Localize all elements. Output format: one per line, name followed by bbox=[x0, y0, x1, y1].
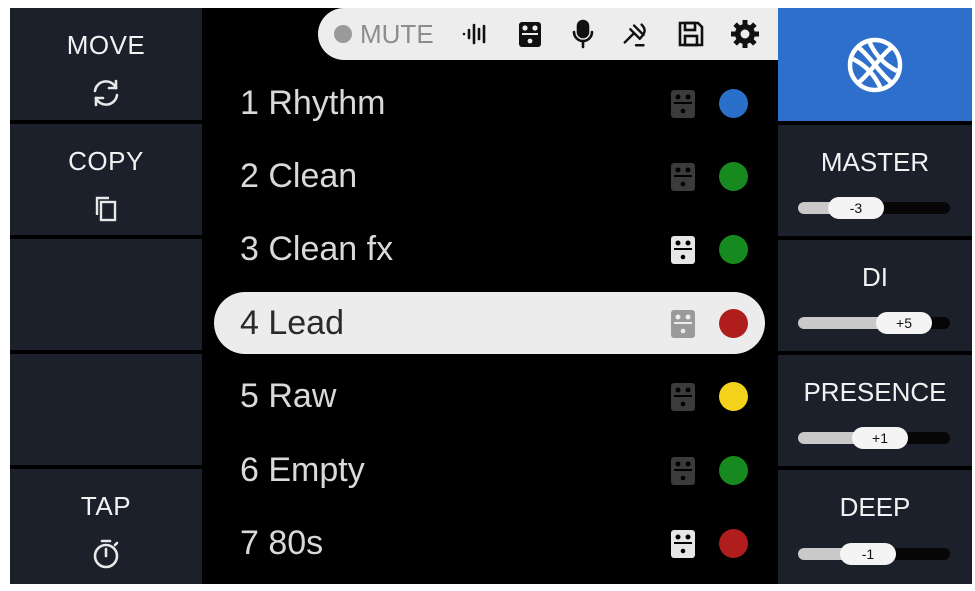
preset-color-dot bbox=[719, 89, 748, 118]
preset-row-4[interactable]: 4 Lead bbox=[214, 292, 765, 354]
left-column: MOVE COPY TAP bbox=[10, 8, 202, 584]
copy-label: COPY bbox=[68, 146, 144, 176]
slider-knob[interactable]: +5 bbox=[876, 312, 932, 334]
copy-icon bbox=[10, 192, 202, 226]
presence-label: PRESENCE bbox=[803, 377, 947, 407]
preset-row-3[interactable]: 3 Clean fx bbox=[214, 218, 765, 280]
app-frame: MOVE COPY TAP MUTE 1 Rhythm 2 Clean 3 Cl… bbox=[10, 8, 972, 584]
deep-slider[interactable]: -1 bbox=[798, 543, 950, 565]
empty-left-button-1[interactable] bbox=[10, 239, 202, 350]
preset-color-dot bbox=[719, 309, 748, 338]
preset-color-dot bbox=[719, 529, 748, 558]
pedal-icon bbox=[671, 383, 695, 411]
slider-knob[interactable]: -3 bbox=[828, 197, 884, 219]
waveform-icon[interactable] bbox=[460, 19, 490, 49]
stopwatch-icon bbox=[10, 537, 202, 571]
preset-label: 7 80s bbox=[240, 524, 324, 562]
pedal-icon bbox=[671, 530, 695, 558]
presence-slider[interactable]: +1 bbox=[798, 427, 950, 449]
preset-color-dot bbox=[719, 235, 748, 264]
slider-knob[interactable]: -1 bbox=[840, 543, 896, 565]
mute-indicator bbox=[334, 25, 352, 43]
gear-icon[interactable] bbox=[730, 19, 760, 49]
move-button[interactable]: MOVE bbox=[10, 8, 202, 120]
tuner-fork-icon[interactable] bbox=[621, 19, 651, 49]
preset-color-dot bbox=[719, 162, 748, 191]
preset-row-7[interactable]: 7 80s bbox=[214, 512, 765, 574]
copy-button[interactable]: COPY bbox=[10, 124, 202, 235]
tap-label: TAP bbox=[80, 491, 132, 521]
di-label: DI bbox=[862, 262, 888, 292]
deep-control[interactable]: DEEP -1 bbox=[778, 470, 972, 584]
preset-row-2[interactable]: 2 Clean bbox=[214, 145, 765, 207]
pedal-icon bbox=[671, 457, 695, 485]
preset-row-5[interactable]: 5 Raw bbox=[214, 365, 765, 427]
top-toolbar: MUTE bbox=[318, 8, 778, 60]
master-label: MASTER bbox=[820, 147, 930, 177]
preset-label: 1 Rhythm bbox=[240, 84, 386, 122]
pedal-icon[interactable] bbox=[515, 19, 545, 49]
pedal-icon bbox=[671, 310, 695, 338]
mute-toggle[interactable]: MUTE bbox=[334, 19, 434, 50]
move-label: MOVE bbox=[66, 30, 146, 60]
tap-button[interactable]: TAP bbox=[10, 469, 202, 584]
pedal-icon bbox=[671, 236, 695, 264]
preset-label: 3 Clean fx bbox=[240, 230, 394, 268]
save-icon[interactable] bbox=[676, 19, 706, 49]
di-control[interactable]: DI +5 bbox=[778, 240, 972, 351]
preset-label: 4 Lead bbox=[240, 304, 344, 342]
preset-row-6[interactable]: 6 Empty bbox=[214, 439, 765, 501]
mute-label: MUTE bbox=[360, 18, 434, 49]
preset-color-dot bbox=[719, 456, 748, 485]
master-control[interactable]: MASTER -3 bbox=[778, 125, 972, 236]
pedal-icon bbox=[671, 163, 695, 191]
pedal-icon bbox=[671, 90, 695, 118]
deep-label: DEEP bbox=[839, 492, 911, 522]
refresh-icon bbox=[10, 76, 202, 110]
presence-control[interactable]: PRESENCE +1 bbox=[778, 355, 972, 466]
master-slider[interactable]: -3 bbox=[798, 197, 950, 219]
right-column: MASTER -3 DI +5 PRESENCE +1 DEEP -1 bbox=[778, 8, 972, 584]
preset-label: 6 Empty bbox=[240, 451, 365, 489]
preset-row-1[interactable]: 1 Rhythm bbox=[214, 72, 765, 134]
globe-icon bbox=[847, 37, 903, 92]
empty-left-button-2[interactable] bbox=[10, 354, 202, 465]
preset-label: 5 Raw bbox=[240, 377, 337, 415]
global-settings-button[interactable] bbox=[778, 8, 972, 121]
preset-color-dot bbox=[719, 382, 748, 411]
di-slider[interactable]: +5 bbox=[798, 312, 950, 334]
preset-label: 2 Clean bbox=[240, 157, 358, 195]
slider-knob[interactable]: +1 bbox=[852, 427, 908, 449]
microphone-icon[interactable] bbox=[568, 19, 598, 49]
